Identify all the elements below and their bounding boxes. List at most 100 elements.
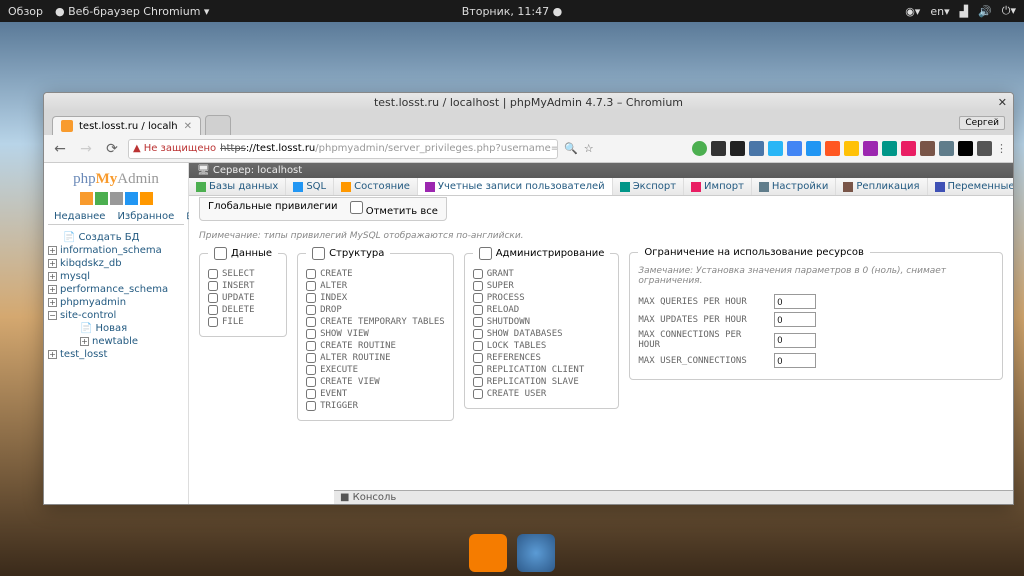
- app-menu[interactable]: ● Веб-браузер Chromium ▾: [55, 5, 209, 18]
- search-icon[interactable]: 🔍: [564, 142, 578, 155]
- activities-button[interactable]: Обзор: [8, 5, 43, 18]
- priv-checkbox[interactable]: SELECT: [208, 268, 278, 280]
- priv-checkbox[interactable]: CREATE VIEW: [306, 376, 445, 388]
- priv-checkbox[interactable]: SHUTDOWN: [473, 316, 611, 328]
- recent-tab[interactable]: Недавнее: [48, 209, 111, 224]
- browser-tab[interactable]: test.losst.ru / localh ✕: [52, 116, 201, 135]
- check-all[interactable]: Отметить все: [350, 201, 438, 217]
- priv-checkbox[interactable]: CREATE ROUTINE: [306, 340, 445, 352]
- logout-icon[interactable]: [95, 192, 108, 205]
- priv-checkbox[interactable]: SHOW VIEW: [306, 328, 445, 340]
- priv-checkbox[interactable]: REFERENCES: [473, 352, 611, 364]
- ext-icon[interactable]: [825, 141, 840, 156]
- ext-icon[interactable]: [920, 141, 935, 156]
- ext-icon[interactable]: [882, 141, 897, 156]
- ext-icon[interactable]: [787, 141, 802, 156]
- tree-db[interactable]: + phpmyadmin: [48, 296, 184, 309]
- tree-new-table[interactable]: 📄 Новая: [48, 322, 184, 335]
- priv-checkbox[interactable]: CREATE: [306, 268, 445, 280]
- priv-checkbox[interactable]: DELETE: [208, 304, 278, 316]
- priv-checkbox[interactable]: EXECUTE: [306, 364, 445, 376]
- ext-icon[interactable]: [901, 141, 916, 156]
- priv-checkbox[interactable]: ALTER ROUTINE: [306, 352, 445, 364]
- resource-input[interactable]: [774, 294, 816, 309]
- tree-db[interactable]: + information_schema: [48, 244, 184, 257]
- dock-files[interactable]: [469, 534, 507, 572]
- resource-input[interactable]: [774, 353, 816, 368]
- legend-structure[interactable]: Структура: [306, 247, 390, 260]
- accessibility-icon[interactable]: ◉▾: [905, 5, 920, 18]
- tab-users[interactable]: Учетные записи пользователей: [418, 178, 613, 195]
- tree-db[interactable]: − site-control: [48, 309, 184, 322]
- priv-checkbox[interactable]: INSERT: [208, 280, 278, 292]
- priv-checkbox[interactable]: LOCK TABLES: [473, 340, 611, 352]
- tree-db[interactable]: + performance_schema: [48, 283, 184, 296]
- profile-badge[interactable]: Сергей: [959, 116, 1005, 130]
- url-field[interactable]: ▲ Не защищено https://test.losst.ru/phpm…: [128, 139, 558, 159]
- lang-indicator[interactable]: en▾: [930, 5, 949, 18]
- tab-export[interactable]: Экспорт: [613, 178, 684, 195]
- priv-checkbox[interactable]: INDEX: [306, 292, 445, 304]
- ext-icon[interactable]: [939, 141, 954, 156]
- docs-icon[interactable]: [110, 192, 123, 205]
- ext-icon[interactable]: [768, 141, 783, 156]
- resource-input[interactable]: [774, 333, 816, 348]
- tab-variables[interactable]: Переменные: [928, 178, 1014, 195]
- dock-chromium[interactable]: [517, 534, 555, 572]
- priv-checkbox[interactable]: RELOAD: [473, 304, 611, 316]
- ext-icon[interactable]: [958, 141, 973, 156]
- ext-icon[interactable]: [749, 141, 764, 156]
- menu-icon[interactable]: ⋮: [996, 142, 1007, 155]
- legend-admin[interactable]: Администрирование: [473, 247, 611, 260]
- ext-icon[interactable]: [711, 141, 726, 156]
- tab-sql[interactable]: SQL: [286, 178, 334, 195]
- volume-icon[interactable]: 🔊: [978, 5, 992, 18]
- home-icon[interactable]: [80, 192, 93, 205]
- network-icon[interactable]: ▟: [960, 5, 968, 18]
- priv-checkbox[interactable]: CREATE TEMPORARY TABLES: [306, 316, 445, 328]
- ext-icon[interactable]: [844, 141, 859, 156]
- priv-checkbox[interactable]: SHOW DATABASES: [473, 328, 611, 340]
- power-icon[interactable]: ⏻▾: [1002, 4, 1016, 18]
- tab-close-icon[interactable]: ✕: [184, 121, 192, 132]
- tree-db[interactable]: + test_losst: [48, 348, 184, 361]
- tree-new-db[interactable]: 📄 Создать БД: [48, 231, 184, 244]
- star-icon[interactable]: ☆: [584, 142, 594, 155]
- tab-replication[interactable]: Репликация: [836, 178, 927, 195]
- priv-checkbox[interactable]: FILE: [208, 316, 278, 328]
- priv-checkbox[interactable]: ALTER: [306, 280, 445, 292]
- priv-checkbox[interactable]: SUPER: [473, 280, 611, 292]
- priv-checkbox[interactable]: PROCESS: [473, 292, 611, 304]
- favorites-tab[interactable]: Избранное: [111, 209, 180, 224]
- tree-db[interactable]: + kibqdskz_db: [48, 257, 184, 270]
- tab-databases[interactable]: Базы данных: [189, 178, 286, 195]
- clock[interactable]: Вторник, 11:47 ●: [462, 5, 562, 18]
- tree-db[interactable]: + mysql: [48, 270, 184, 283]
- close-icon[interactable]: ✕: [998, 96, 1007, 109]
- new-tab-button[interactable]: [205, 115, 231, 135]
- tree-table[interactable]: + newtable: [48, 335, 184, 348]
- priv-checkbox[interactable]: UPDATE: [208, 292, 278, 304]
- ext-icon[interactable]: [863, 141, 878, 156]
- back-button[interactable]: ←: [50, 139, 70, 159]
- legend-data[interactable]: Данные: [208, 247, 278, 260]
- console-bar[interactable]: ■ Консоль: [334, 490, 1013, 504]
- reload-icon[interactable]: [140, 192, 153, 205]
- settings-icon[interactable]: [125, 192, 138, 205]
- tab-import[interactable]: Импорт: [684, 178, 752, 195]
- reload-button[interactable]: ⟳: [102, 139, 122, 159]
- priv-checkbox[interactable]: DROP: [306, 304, 445, 316]
- priv-checkbox[interactable]: EVENT: [306, 388, 445, 400]
- priv-checkbox[interactable]: REPLICATION CLIENT: [473, 364, 611, 376]
- resource-input[interactable]: [774, 312, 816, 327]
- ext-icon[interactable]: [977, 141, 992, 156]
- tab-status[interactable]: Состояние: [334, 178, 418, 195]
- ext-icon[interactable]: [692, 141, 707, 156]
- ext-icon[interactable]: [730, 141, 745, 156]
- ext-icon[interactable]: [806, 141, 821, 156]
- priv-checkbox[interactable]: GRANT: [473, 268, 611, 280]
- priv-checkbox[interactable]: REPLICATION SLAVE: [473, 376, 611, 388]
- tab-settings[interactable]: Настройки: [752, 178, 836, 195]
- priv-checkbox[interactable]: TRIGGER: [306, 400, 445, 412]
- priv-checkbox[interactable]: CREATE USER: [473, 388, 611, 400]
